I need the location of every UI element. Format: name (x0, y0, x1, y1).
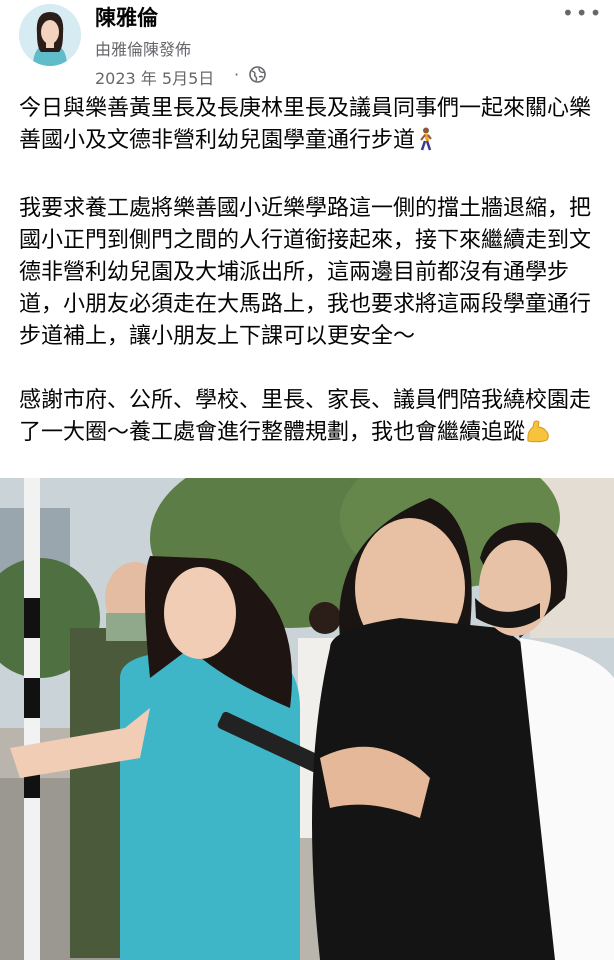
photo-scene: 學校 李 (0, 478, 614, 960)
post-paragraph-2: 我要求養工處將樂善國小近樂學路這一側的擋土牆退縮，把國小正門到側門之間的人行道銜… (19, 196, 592, 349)
walking-person-emoji (415, 127, 435, 161)
post-paragraph-1: 今日與樂善黃里長及長庚林里長及議員同事們一起來關心樂善國小及文德非營利幼兒園學童… (19, 93, 599, 161)
post-paragraph-3: 感謝市府、公所、學校、里長、家長、議員們陪我繞校園走了一大圈～養工處會進行整體規… (19, 385, 599, 453)
globe-icon[interactable] (249, 66, 266, 83)
posted-by-label[interactable]: 由雅倫陳發佈 (95, 36, 191, 60)
separator-dot: · (234, 65, 240, 84)
post-photo[interactable]: 學校 李 (0, 478, 614, 960)
post-text: 今日與樂善黃里長及長庚林里長及議員同事們一起來關心樂善國小及文德非營利幼兒園學童… (19, 93, 599, 453)
more-options-icon[interactable]: ••• (562, 3, 601, 26)
flexed-biceps-emoji (525, 419, 551, 453)
avatar[interactable] (19, 4, 81, 66)
post-date[interactable]: 2023 年 5月5日 (95, 65, 214, 89)
author-name[interactable]: 陳雅倫 (95, 2, 158, 32)
post-header: 陳雅倫 由雅倫陳發佈 2023 年 5月5日 · ••• (0, 0, 614, 90)
